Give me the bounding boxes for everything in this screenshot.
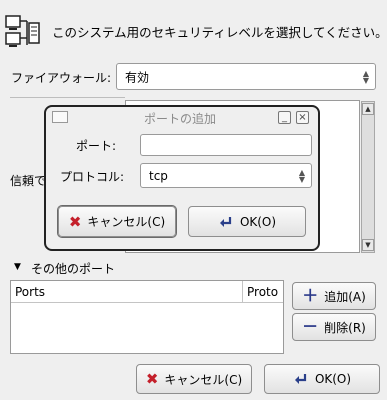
ok-label: OK(O): [314, 372, 352, 386]
ports-table[interactable]: Ports Proto: [10, 280, 284, 354]
dialog-title: ポートの追加: [144, 112, 217, 126]
firewall-label: ファイアウォール:: [11, 71, 112, 85]
trusted-services-label: 信頼で: [10, 174, 47, 188]
enter-arrow-icon: [219, 216, 232, 227]
trusted-list-scrollbar[interactable]: [361, 101, 375, 253]
separator: [10, 97, 125, 98]
port-input[interactable]: [140, 134, 312, 156]
protocol-label: プロトコル:: [60, 170, 125, 184]
protocol-combo[interactable]: tcp ▲ ▼: [140, 163, 312, 188]
firewall-combo-value: 有効: [125, 70, 150, 84]
network-computers-icon: [5, 15, 45, 49]
add-port-button[interactable]: ＋ 追加(A): [292, 282, 376, 310]
combo-arrows-icon: ▲ ▼: [362, 68, 369, 85]
dialog-ok-label: OK(O): [239, 214, 277, 229]
cancel-button[interactable]: ✖ キャンセル(C): [136, 364, 252, 394]
add-port-label: 追加(A): [324, 289, 366, 304]
firewall-combo[interactable]: 有効 ▲ ▼: [116, 63, 376, 90]
header-text: このシステム用のセキュリティレベルを選択してください。: [52, 25, 387, 40]
add-port-dialog: ポートの追加 _ × ポート: プロトコル: tcp ▲ ▼ ✖ キャンセル(C)…: [44, 105, 320, 251]
cancel-label: キャンセル(C): [164, 372, 243, 387]
minus-icon: －: [302, 317, 319, 336]
window-icon: [52, 111, 68, 123]
other-ports-expander[interactable]: その他のポート: [31, 260, 115, 277]
delete-port-label: 削除(R): [324, 320, 366, 335]
ok-button[interactable]: OK(O): [264, 364, 380, 394]
close-icon[interactable]: ×: [296, 111, 309, 124]
combo-arrows-icon: ▲ ▼: [298, 167, 305, 184]
minimize-icon[interactable]: _: [278, 111, 291, 124]
column-header-ports[interactable]: Ports: [11, 281, 243, 303]
dialog-cancel-button[interactable]: ✖ キャンセル(C): [58, 206, 176, 237]
enter-arrow-icon: [294, 374, 307, 384]
port-label: ポート:: [76, 139, 117, 153]
scroll-up-icon[interactable]: ▲: [362, 103, 374, 115]
scroll-down-icon[interactable]: ▼: [362, 239, 374, 251]
cancel-x-icon: ✖: [68, 212, 82, 231]
protocol-combo-value: tcp: [149, 168, 168, 183]
plus-icon: ＋: [302, 286, 319, 305]
delete-port-button[interactable]: － 削除(R): [292, 313, 376, 341]
expander-arrow-icon[interactable]: ▼: [14, 262, 21, 272]
cancel-x-icon: ✖: [145, 370, 159, 388]
dialog-ok-button[interactable]: OK(O): [188, 206, 306, 237]
dialog-cancel-label: キャンセル(C): [87, 215, 166, 229]
column-header-proto[interactable]: Proto: [243, 281, 283, 303]
